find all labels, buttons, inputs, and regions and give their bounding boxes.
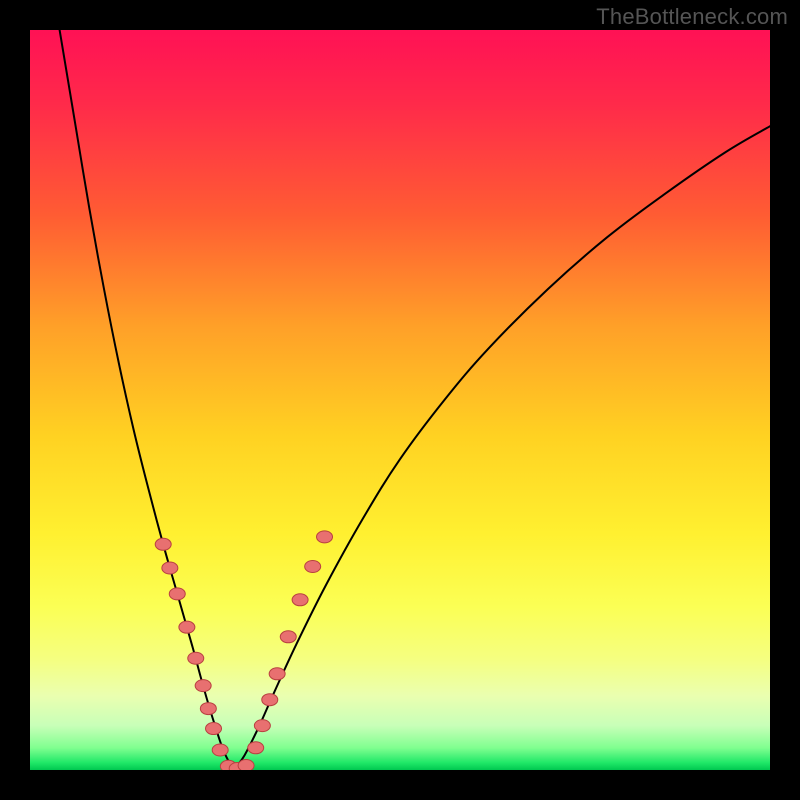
bead-marker [292, 594, 308, 606]
chart-svg [30, 30, 770, 770]
bead-marker [269, 668, 285, 680]
bead-marker [248, 742, 264, 754]
bead-marker [212, 744, 228, 756]
bead-marker [254, 720, 270, 732]
bead-marker [305, 561, 321, 573]
bead-marker [188, 652, 204, 664]
watermark-text: TheBottleneck.com [596, 4, 788, 30]
bead-marker [206, 723, 222, 735]
bead-marker [280, 631, 296, 643]
chart-frame: TheBottleneck.com [0, 0, 800, 800]
bead-marker [262, 694, 278, 706]
bead-marker [238, 760, 254, 770]
bead-marker [200, 703, 216, 715]
bead-marker [317, 531, 333, 543]
bead-marker [162, 562, 178, 574]
plot-area [30, 30, 770, 770]
bead-marker [179, 621, 195, 633]
bead-marker [155, 538, 171, 550]
gradient-background [30, 30, 770, 770]
bead-marker [169, 588, 185, 600]
bead-marker [195, 680, 211, 692]
